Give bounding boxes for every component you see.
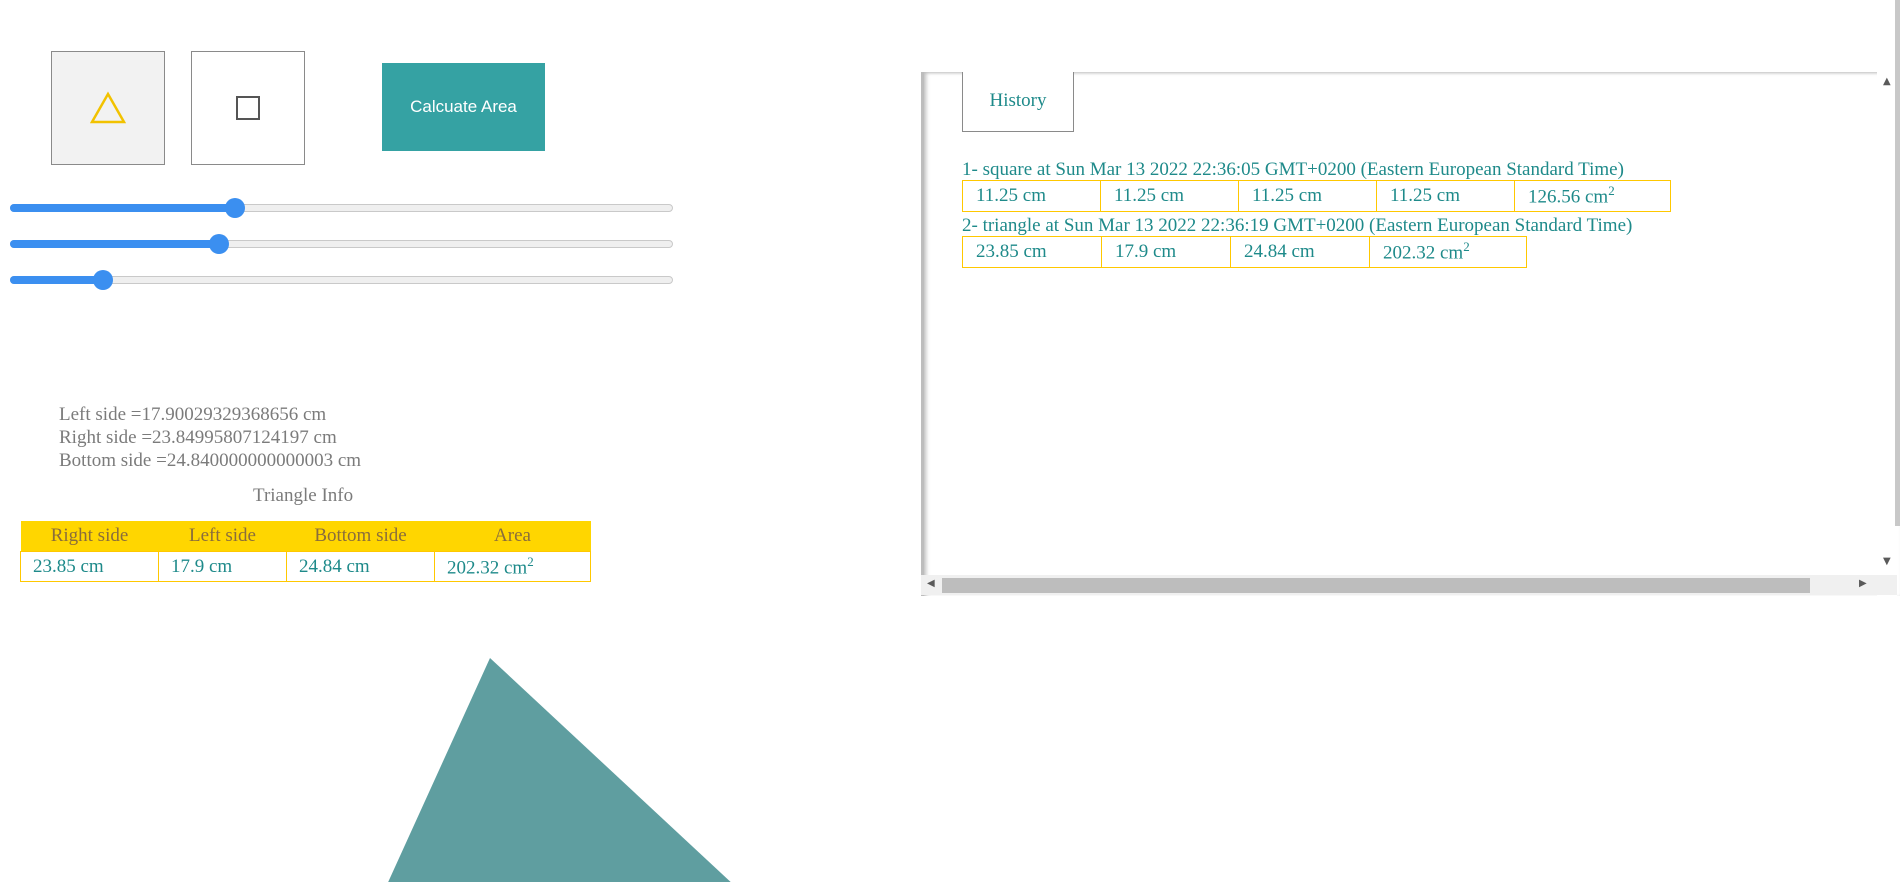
column-header: Bottom side <box>286 521 435 552</box>
triangle-drawing <box>388 658 731 882</box>
column-header: Left side <box>158 521 287 552</box>
table-cell: 202.32 cm2 <box>1369 236 1527 268</box>
table-row: 11.25 cm 11.25 cm 11.25 cm 11.25 cm 126.… <box>962 180 1671 212</box>
table-cell: 11.25 cm <box>962 180 1101 212</box>
side-lengths: Left side =17.90029329368656 cm Right si… <box>59 403 361 472</box>
column-header: Area <box>434 521 591 552</box>
slider-fill <box>10 240 219 248</box>
area-value: 202.32 cm <box>1383 242 1464 264</box>
left-side-text: Left side =17.90029329368656 cm <box>59 404 327 425</box>
history-vertical-scrollbar[interactable]: ▲ ▼ <box>1877 72 1897 596</box>
history-panel[interactable]: History 1- square at Sun Mar 13 2022 22:… <box>921 72 1900 596</box>
table-row: 23.85 cm 17.9 cm 24.84 cm 202.32 cm2 <box>20 551 591 582</box>
square-shape-button[interactable] <box>191 51 305 165</box>
table-cell: 23.85 cm <box>20 551 159 582</box>
history-entry-table: 23.85 cm 17.9 cm 24.84 cm 202.32 cm2 <box>962 236 1527 268</box>
table-cell: 24.84 cm <box>1230 236 1370 268</box>
calculate-area-button[interactable]: Calcuate Area <box>382 63 545 151</box>
slider-thumb[interactable] <box>208 234 229 254</box>
right-side-slider[interactable] <box>10 198 673 218</box>
history-entry-title: 2- triangle at Sun Mar 13 2022 22:36:19 … <box>962 215 1633 236</box>
table-cell: 17.9 cm <box>158 551 287 582</box>
table-cell: 23.85 cm <box>962 236 1102 268</box>
square-icon <box>236 96 260 120</box>
history-button[interactable]: History <box>962 72 1074 132</box>
table-header-row: Right side Left side Bottom side Area <box>20 521 591 552</box>
slider-thumb[interactable] <box>225 198 246 218</box>
left-side-slider[interactable] <box>10 234 673 254</box>
table-cell: 202.32 cm2 <box>434 551 591 582</box>
triangle-info-title: Triangle Info <box>253 485 354 506</box>
table-cell: 17.9 cm <box>1101 236 1231 268</box>
triangle-info-table: Right side Left side Bottom side Area 23… <box>20 521 591 582</box>
triangle-icon <box>90 91 126 124</box>
history-entry-table: 11.25 cm 11.25 cm 11.25 cm 11.25 cm 126.… <box>962 180 1671 212</box>
table-cell: 11.25 cm <box>1238 180 1377 212</box>
slider-fill <box>10 204 236 212</box>
column-header: Right side <box>20 521 159 552</box>
scroll-up-arrow-icon[interactable]: ▲ <box>1883 76 1891 87</box>
history-entry-title: 1- square at Sun Mar 13 2022 22:36:05 GM… <box>962 159 1624 180</box>
area-exponent: 2 <box>1608 183 1615 199</box>
area-exponent: 2 <box>527 553 534 569</box>
scroll-left-arrow-icon[interactable]: ◀ <box>927 578 935 589</box>
table-cell: 11.25 cm <box>1376 180 1515 212</box>
table-cell: 11.25 cm <box>1100 180 1239 212</box>
scroll-right-arrow-icon[interactable]: ▶ <box>1859 578 1867 589</box>
page-scrollbar[interactable] <box>1895 0 1900 526</box>
triangle-shape <box>388 658 731 882</box>
area-exponent: 2 <box>1463 239 1470 255</box>
slider-thumb[interactable] <box>92 270 113 290</box>
slider-fill <box>10 276 103 284</box>
triangle-shape-button[interactable] <box>51 51 165 165</box>
right-side-text: Right side =23.84995807124197 cm <box>59 427 337 448</box>
horizontal-scroll-thumb[interactable] <box>942 578 1810 593</box>
table-cell: 24.84 cm <box>286 551 435 582</box>
table-row: 23.85 cm 17.9 cm 24.84 cm 202.32 cm2 <box>962 236 1527 268</box>
bottom-side-text: Bottom side =24.840000000000003 cm <box>59 450 362 471</box>
bottom-side-slider[interactable] <box>10 270 673 290</box>
area-value: 202.32 cm <box>447 557 528 579</box>
area-value: 126.56 cm <box>1528 186 1609 208</box>
scroll-down-arrow-icon[interactable]: ▼ <box>1883 556 1891 567</box>
table-cell: 126.56 cm2 <box>1514 180 1671 212</box>
